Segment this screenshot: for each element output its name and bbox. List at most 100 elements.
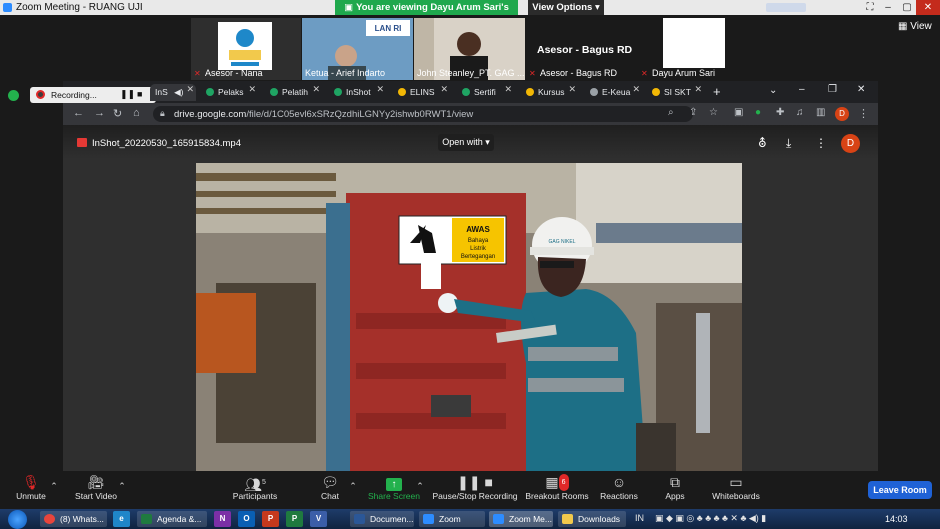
browser-tab[interactable]: Kursus ✕ — [520, 84, 578, 101]
pause-stop-recording-button[interactable]: ❚❚ ■ Pause/Stop Recording — [430, 474, 520, 501]
browser-tab[interactable]: ELINS ✕ — [392, 84, 450, 101]
window-title: Zoom Meeting - RUANG UJI — [16, 2, 143, 13]
media-icon[interactable]: ♫ — [796, 107, 804, 118]
close-tab-icon[interactable]: ✕ — [186, 84, 194, 95]
download-icon[interactable]: ⤓ — [786, 136, 791, 151]
account-avatar[interactable]: D — [841, 134, 860, 153]
start-button[interactable] — [8, 510, 27, 529]
back-icon[interactable]: ← — [73, 107, 84, 119]
language-indicator[interactable]: IN — [635, 513, 644, 523]
powerpoint-icon[interactable]: P — [262, 511, 279, 527]
sidepanel-icon[interactable]: ▥ — [816, 107, 825, 118]
close-tab-icon[interactable]: ✕ — [694, 84, 702, 95]
puzzle-icon[interactable]: ✚ — [776, 107, 784, 118]
participant-tile[interactable]: John Steanley_PT. GAG ... — [414, 18, 525, 80]
open-with-button[interactable]: Open with ▾ — [438, 134, 494, 151]
add-to-drive-icon[interactable]: ⛢ — [758, 136, 767, 150]
edge-icon[interactable]: e — [113, 511, 130, 527]
visio-icon[interactable]: V — [310, 511, 327, 527]
drive-icon — [334, 88, 342, 96]
tab-label: InShot — [346, 87, 371, 97]
view-button[interactable]: ▦ View — [898, 21, 932, 32]
publisher-icon[interactable]: P — [286, 511, 303, 527]
pause-recording-icon[interactable]: ❚❚ — [120, 89, 135, 100]
tab-search-icon[interactable]: ⌄ — [769, 85, 777, 96]
close-tab-icon[interactable]: ✕ — [312, 84, 320, 95]
browser-close-button[interactable]: ✕ — [857, 84, 865, 95]
close-button[interactable]: ✕ — [916, 0, 940, 15]
apps-button[interactable]: ⧉ Apps — [661, 474, 689, 501]
share-options-caret[interactable]: ⌃ — [416, 478, 424, 495]
close-tab-icon[interactable]: ✕ — [568, 84, 576, 95]
audio-options-caret[interactable]: ⌃ — [50, 478, 58, 495]
video-file-icon — [77, 138, 87, 147]
speaker-icon: ◀) — [174, 87, 184, 97]
breakout-rooms-label: Breakout Rooms — [525, 491, 589, 501]
forward-icon[interactable]: → — [94, 107, 105, 119]
close-tab-icon[interactable]: ✕ — [248, 84, 256, 95]
leave-room-button[interactable]: Leave Room — [868, 481, 932, 499]
participant-tile[interactable]: ✕ Asesor - Nana — [191, 18, 301, 80]
tray-icons[interactable]: ▣ ◆ ▣ ◎ ♣ ♣ ♣ ♣ ✕ ♣ ◀) ▮ — [655, 513, 766, 524]
taskbar-item[interactable]: Zoom — [419, 511, 485, 527]
more-options-icon[interactable]: ⋮ — [815, 136, 827, 150]
participants-button[interactable]: 👥︎5 Participants — [230, 474, 280, 501]
close-tab-icon[interactable]: ✕ — [632, 84, 640, 95]
browser-tab[interactable]: Pelatih ✕ — [264, 84, 322, 101]
chat-button[interactable]: 💬︎ Chat — [314, 474, 346, 501]
maximize-button[interactable]: ▢ — [897, 0, 917, 15]
extension-icon[interactable]: ▣ — [734, 107, 743, 118]
clock[interactable]: 14:03 — [885, 514, 908, 524]
zoom-lens-icon[interactable]: ⌕ — [668, 107, 674, 118]
lock-icon[interactable]: 🔒︎ — [160, 108, 165, 119]
reactions-button[interactable]: ☺︎ Reactions — [599, 474, 639, 501]
browser-tab[interactable]: Sertifi ✕ — [456, 84, 514, 101]
whiteboard-icon: ▭ — [729, 474, 743, 490]
search-stub[interactable] — [766, 3, 806, 12]
taskbar-item[interactable]: Agenda &... — [137, 511, 207, 527]
chat-icon: 💬︎ — [321, 474, 339, 490]
participant-tile[interactable]: ✕ Dayu Arum Sari — [638, 18, 730, 80]
bookmark-star-icon[interactable]: ☆ — [709, 107, 718, 118]
home-icon[interactable]: ⌂ — [133, 107, 140, 119]
participant-tile[interactable]: Asesor - Bagus RD ✕ Asesor - Bagus RD — [526, 18, 637, 80]
menu-icon[interactable]: ⋮ — [858, 107, 869, 120]
muted-mic-icon: 🎙︎ — [22, 474, 40, 490]
outlook-icon[interactable]: O — [238, 511, 255, 527]
browser-minimize-button[interactable]: – — [799, 84, 805, 95]
breakout-rooms-button[interactable]: ▦ 6 Breakout Rooms — [524, 474, 590, 501]
view-options-button[interactable]: View Options ▾ — [528, 0, 604, 15]
new-tab-icon[interactable]: + — [713, 84, 721, 99]
taskbar-item[interactable]: Downloads — [558, 511, 626, 527]
chat-options-caret[interactable]: ⌃ — [349, 478, 357, 495]
taskbar-item[interactable]: Zoom Me... — [489, 511, 553, 527]
participant-tile[interactable]: LAN RI Ketua - Arief Indarto — [302, 18, 413, 80]
browser-tab[interactable]: Pelaks ✕ — [200, 84, 258, 101]
stop-recording-icon[interactable]: ■ — [137, 89, 142, 99]
video-player[interactable]: AWAS Bahaya Listrik Bertegangan GAG NIKE… — [196, 163, 742, 471]
browser-tab[interactable]: InShot ✕ — [328, 84, 386, 101]
browser-tab[interactable]: E-Keua ✕ — [584, 84, 642, 101]
whiteboards-button[interactable]: ▭ Whiteboards — [708, 474, 764, 501]
extension-icon[interactable]: ● — [755, 107, 761, 118]
taskbar-item[interactable]: (8) Whats... — [40, 511, 107, 527]
minimize-button[interactable]: – — [878, 0, 898, 15]
close-tab-icon[interactable]: ✕ — [440, 84, 448, 95]
reload-icon[interactable]: ↻ — [113, 107, 122, 120]
share-screen-button[interactable]: ↑ Share Screen — [367, 474, 421, 501]
unmute-button[interactable]: 🎙︎ Unmute — [12, 474, 50, 501]
browser-tab[interactable]: InS ◀) ✕ — [150, 84, 196, 101]
close-tab-icon[interactable]: ✕ — [376, 84, 384, 95]
video-options-caret[interactable]: ⌃ — [118, 478, 126, 495]
close-tab-icon[interactable]: ✕ — [504, 84, 512, 95]
warning-sign-title: AWAS — [466, 225, 490, 234]
profile-avatar[interactable]: D — [835, 107, 849, 121]
start-video-label: Start Video — [75, 491, 117, 501]
onenote-icon[interactable]: N — [214, 511, 231, 527]
browser-tab[interactable]: SI SKT ✕ — [646, 84, 704, 101]
expand-icon[interactable]: ⛶ — [860, 0, 880, 15]
taskbar-item[interactable]: Documen... — [350, 511, 414, 527]
start-video-button[interactable]: 🎥︎ Start Video — [72, 474, 120, 501]
share-page-icon[interactable]: ⇪ — [689, 107, 697, 118]
browser-restore-button[interactable]: ❐ — [828, 84, 837, 95]
